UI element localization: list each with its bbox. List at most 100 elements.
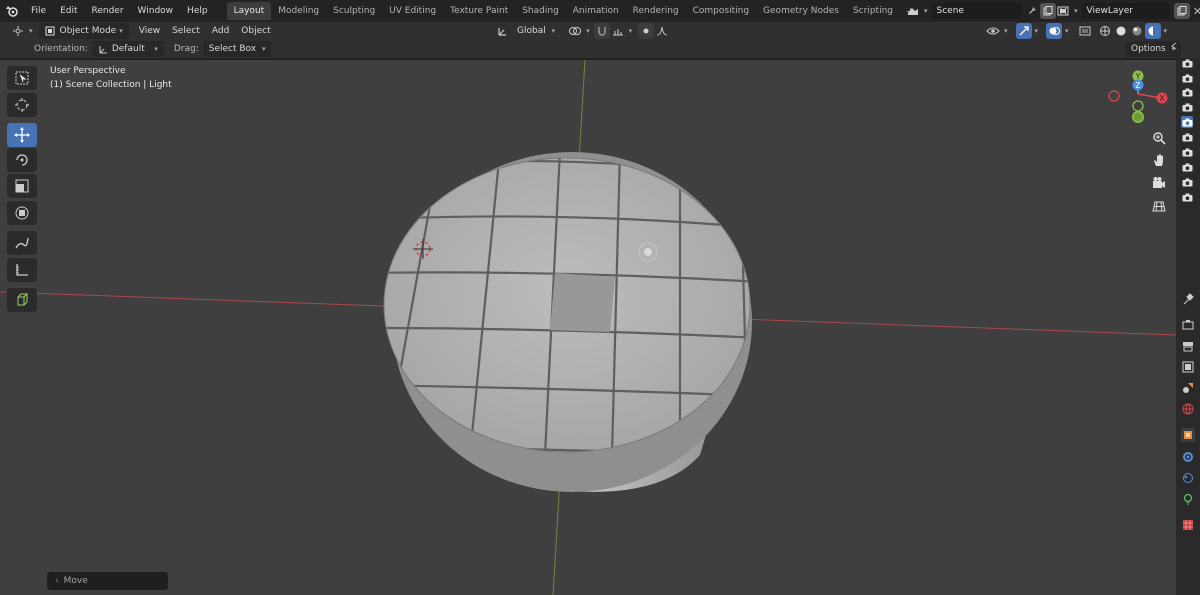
camera-icon-active[interactable] (1181, 116, 1193, 128)
tab-animation[interactable]: Animation (566, 2, 626, 20)
zoom-icon[interactable] (1148, 127, 1170, 149)
camera-icon[interactable] (1181, 131, 1193, 143)
view-layer-caret-icon: ▾ (1074, 7, 1078, 15)
falloff-icon[interactable] (654, 23, 670, 39)
select-box-tool[interactable] (7, 66, 37, 90)
tab-sculpting[interactable]: Sculpting (326, 2, 382, 20)
rotate-tool[interactable] (7, 148, 37, 172)
camera-view-icon[interactable] (1148, 172, 1170, 194)
menu-window[interactable]: Window (131, 0, 181, 22)
camera-icon[interactable] (1181, 72, 1193, 84)
pin-scene-icon[interactable] (1024, 3, 1040, 19)
snap-toggle-icon[interactable] (593, 23, 610, 39)
tool-settings-bar: Orientation: Default ▾ Drag: Select Box … (0, 39, 1200, 59)
tab-layout[interactable]: Layout (226, 2, 272, 20)
navigation-gizmo[interactable]: Y Z X (1103, 68, 1171, 128)
render-properties-icon[interactable] (1181, 318, 1195, 332)
view-layer-icon[interactable] (1055, 3, 1071, 19)
tab-geometry-nodes[interactable]: Geometry Nodes (756, 2, 846, 20)
overlays-toggle-icon[interactable] (1046, 23, 1063, 39)
collapse-arrow-icon[interactable] (1170, 42, 1178, 50)
viewport-scene (0, 60, 1176, 595)
menu-view[interactable]: View (133, 23, 166, 39)
mode-selector[interactable]: Object Mode ▾ (38, 22, 129, 39)
editor-type-icon[interactable] (10, 23, 26, 39)
perspective-toggle-icon[interactable] (1148, 195, 1170, 217)
shading-solid-icon[interactable] (1113, 23, 1129, 39)
proportional-editing-icon[interactable] (638, 23, 655, 39)
world-properties-icon[interactable] (1181, 402, 1195, 416)
annotate-tool[interactable] (7, 231, 37, 255)
shading-rendered-icon[interactable] (1144, 23, 1161, 39)
pivot-point-icon[interactable] (567, 23, 583, 39)
view-layer-properties-icon[interactable] (1181, 360, 1195, 374)
texture-properties-icon[interactable] (1181, 518, 1195, 532)
measure-tool[interactable] (7, 258, 37, 282)
object-properties-icon[interactable] (1181, 428, 1195, 442)
mode-caret-icon: ▾ (119, 26, 123, 35)
orientation-dropdown[interactable]: Default ▾ (91, 40, 164, 57)
scene-properties-icon[interactable] (1181, 381, 1195, 395)
tab-rendering[interactable]: Rendering (626, 2, 686, 20)
snap-target-icon[interactable] (610, 23, 626, 39)
drag-dropdown[interactable]: Select Box ▾ (202, 40, 272, 57)
view-layer-field[interactable]: ViewLayer (1081, 3, 1170, 19)
camera-icon[interactable] (1181, 101, 1193, 113)
tool-properties-icon[interactable] (1181, 292, 1195, 306)
shading-wireframe-icon[interactable] (1097, 23, 1113, 39)
modifier-properties-icon[interactable] (1181, 450, 1195, 464)
visibility-icon[interactable] (985, 23, 1001, 39)
transform-tool[interactable] (7, 201, 37, 225)
drag-label: Drag: (173, 43, 199, 54)
new-view-layer-icon[interactable] (1173, 3, 1190, 19)
camera-icon[interactable] (1181, 176, 1193, 188)
move-tool[interactable] (7, 123, 37, 147)
pan-hand-icon[interactable] (1148, 149, 1170, 171)
tab-shading[interactable]: Shading (515, 2, 566, 20)
3d-viewport[interactable]: User Perspective (1) Scene Collection | … (0, 60, 1176, 595)
output-properties-icon[interactable] (1181, 339, 1195, 353)
viewport-header: ▾ Object Mode ▾ View Select Add Object G… (0, 22, 1200, 39)
light-data-properties-icon[interactable] (1181, 492, 1195, 506)
gizmo-toggle-icon[interactable] (1015, 23, 1032, 39)
orientation-value: Default (111, 43, 145, 54)
scene-name-field[interactable]: Scene (931, 3, 1022, 19)
shading-material-icon[interactable] (1129, 23, 1145, 39)
delete-view-layer-icon[interactable]: ✕ (1190, 3, 1200, 19)
blender-logo-icon[interactable] (0, 0, 24, 22)
tab-uv-editing[interactable]: UV Editing (382, 2, 443, 20)
add-cube-tool[interactable] (7, 288, 37, 312)
tab-compositing[interactable]: Compositing (686, 2, 756, 20)
camera-icon[interactable] (1181, 191, 1193, 203)
camera-icon[interactable] (1181, 86, 1193, 98)
last-operator-panel[interactable]: › Move (47, 572, 168, 590)
object-mode-icon (45, 26, 55, 35)
scene-name: Scene (936, 6, 964, 16)
menu-file[interactable]: File (24, 0, 53, 22)
scale-tool[interactable] (7, 174, 37, 198)
menu-help[interactable]: Help (180, 0, 215, 22)
orientation-axis-icon (99, 45, 107, 53)
xray-toggle-icon[interactable] (1077, 23, 1093, 39)
menu-render[interactable]: Render (85, 0, 131, 22)
menu-add[interactable]: Add (206, 23, 235, 39)
tab-modeling[interactable]: Modeling (271, 2, 326, 20)
shading-caret-icon: ▾ (1163, 27, 1168, 35)
cursor-tool[interactable] (7, 93, 37, 117)
camera-icon[interactable] (1181, 146, 1193, 158)
camera-icon[interactable] (1181, 161, 1193, 173)
menu-object[interactable]: Object (235, 23, 276, 39)
menu-select[interactable]: Select (166, 23, 206, 39)
physics-properties-icon[interactable] (1181, 471, 1195, 485)
transform-orientation-dropdown[interactable]: Global ▾ (511, 23, 561, 39)
new-scene-icon[interactable] (1039, 3, 1056, 19)
tab-texture-paint[interactable]: Texture Paint (443, 2, 515, 20)
gizmo-x-negative[interactable] (1108, 90, 1120, 102)
scene-icon[interactable] (905, 3, 921, 19)
mode-label: Object Mode (59, 25, 117, 36)
expand-arrow-icon: › (55, 576, 59, 586)
menu-edit[interactable]: Edit (53, 0, 84, 22)
tab-scripting[interactable]: Scripting (846, 2, 900, 20)
camera-icon[interactable] (1181, 57, 1193, 69)
gizmo-y-negative[interactable] (1132, 100, 1144, 112)
